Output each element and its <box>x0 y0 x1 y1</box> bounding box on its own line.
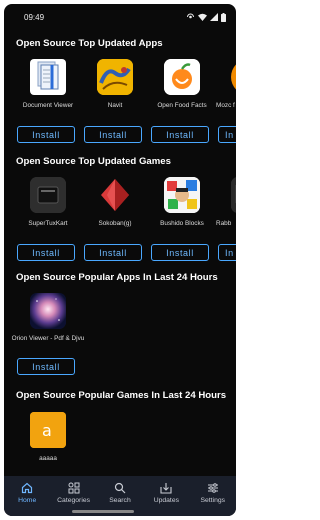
install-button[interactable]: Install <box>17 244 75 261</box>
app-card-aaaaa[interactable]: a aaaaa <box>17 412 79 472</box>
search-icon <box>114 482 126 494</box>
nav-label: Search <box>109 497 131 504</box>
app-card-document-viewer[interactable]: Document Viewer Install <box>17 59 79 165</box>
gesture-handle <box>72 510 134 513</box>
home-icon <box>22 482 33 494</box>
status-bar: 09:49 <box>4 4 236 30</box>
app-name: Rabb <box>216 220 232 227</box>
section-title-popular-games-24h: Open Source Popular Games In Last 24 Hou… <box>16 390 227 401</box>
bottom-navigation: Home Categories Search Updates Settings <box>4 476 236 516</box>
app-card-mozc[interactable]: あ Mozc f In <box>216 59 236 165</box>
install-button[interactable]: Install <box>151 244 209 261</box>
signal-icon <box>210 13 218 21</box>
nav-item-updates[interactable]: Updates <box>143 482 189 504</box>
app-card-bushido-blocks[interactable]: Bushido Blocks Install <box>151 177 213 283</box>
settings-icon <box>207 483 218 493</box>
sokoban-icon <box>97 177 133 213</box>
section-title-top-updated-apps: Open Source Top Updated Apps <box>16 38 163 49</box>
nav-item-categories[interactable]: Categories <box>51 482 97 504</box>
nav-label: Updates <box>153 497 180 504</box>
app-name: aaaaa <box>39 455 57 462</box>
bushido-blocks-icon <box>164 177 200 213</box>
navit-icon <box>97 59 133 95</box>
document-viewer-icon <box>30 59 66 95</box>
updates-icon <box>160 483 172 494</box>
status-icons <box>186 12 226 22</box>
rabbit-icon <box>231 177 236 213</box>
app-card-orion-viewer[interactable]: Orion Viewer - Pdf & Djvu Install <box>12 293 84 399</box>
install-button[interactable]: In <box>218 126 236 143</box>
app-card-open-food-facts[interactable]: Open Food Facts Install <box>151 59 213 165</box>
app-name: Orion Viewer - Pdf & Djvu <box>11 335 85 342</box>
install-button[interactable]: Install <box>17 358 75 375</box>
open-food-facts-icon <box>164 59 200 95</box>
section-title-top-updated-games: Open Source Top Updated Games <box>16 156 171 167</box>
app-row-popular-apps-24h: Orion Viewer - Pdf & Djvu Install <box>4 293 236 403</box>
aaaaa-icon: a <box>30 412 66 448</box>
install-button[interactable]: Install <box>84 126 142 143</box>
battery-icon <box>221 12 226 22</box>
nav-item-home[interactable]: Home <box>4 482 50 504</box>
section-title-popular-apps-24h: Open Source Popular Apps In Last 24 Hour… <box>16 272 218 283</box>
app-card-navit[interactable]: Navit Install <box>84 59 146 165</box>
app-name: Mozc f <box>216 102 235 109</box>
nav-label: Categories <box>57 497 91 504</box>
orion-viewer-icon <box>30 293 66 329</box>
nav-label: Home <box>18 497 37 504</box>
categories-icon <box>68 482 80 494</box>
install-button[interactable]: Install <box>151 126 209 143</box>
install-button[interactable]: In <box>218 244 236 261</box>
install-button[interactable]: Install <box>17 126 75 143</box>
hotspot-icon <box>187 13 194 19</box>
app-card-supertuxkart[interactable]: SuperTuxKart Install <box>17 177 79 283</box>
mozc-icon: あ <box>231 59 236 95</box>
nav-label: Settings <box>200 497 226 504</box>
svg-text:a: a <box>42 421 52 440</box>
install-button[interactable]: Install <box>84 244 142 261</box>
supertuxkart-icon <box>30 177 66 213</box>
app-name: Bushido Blocks <box>160 220 204 227</box>
app-row-top-updated-games: SuperTuxKart Install Sokoban(g) Install <box>4 177 236 287</box>
nav-item-search[interactable]: Search <box>97 482 143 504</box>
app-row-popular-games-24h: a aaaaa <box>4 412 236 472</box>
nav-item-settings[interactable]: Settings <box>190 482 236 504</box>
app-card-rabbit[interactable]: Rabb In <box>216 177 236 283</box>
app-row-top-updated-apps: Document Viewer Install Navit Install Op… <box>4 59 236 169</box>
status-time: 09:49 <box>24 12 45 22</box>
app-screen: 09:49 Open Source Top Updated Apps Docum… <box>4 4 236 516</box>
app-card-sokoban[interactable]: Sokoban(g) Install <box>84 177 146 283</box>
app-name: Open Food Facts <box>157 102 207 109</box>
wifi-icon <box>198 13 207 21</box>
